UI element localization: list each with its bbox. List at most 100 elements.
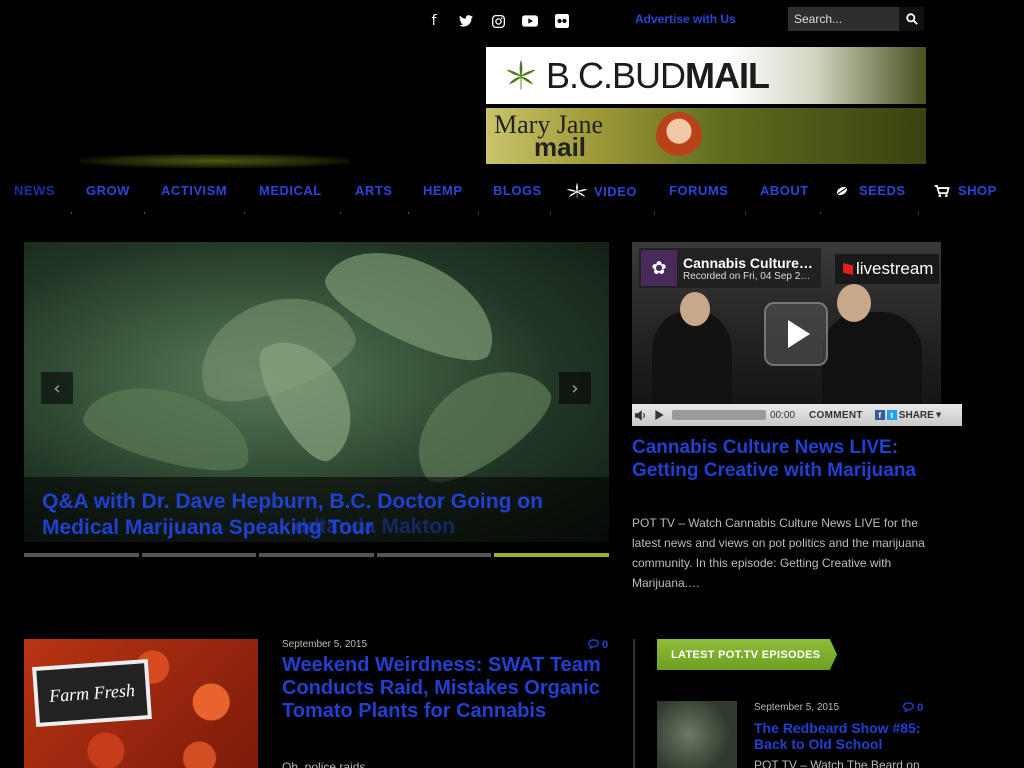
nav-separator [918,212,919,214]
video-person [822,312,922,404]
episode-comment-count[interactable]: 0 [902,702,924,714]
search-icon [905,13,918,25]
nav-shop[interactable]: SHOP [934,183,997,198]
nav-separator [244,212,245,214]
share-button[interactable]: f t SHARE ▼ [874,409,942,421]
slider-dot-active[interactable] [494,553,609,557]
volume-icon[interactable] [632,406,650,424]
bcbud-banner-text: B.C.BUDMAIL [546,54,770,97]
cannabis-leaf-icon [567,183,587,198]
main-nav: NEWS GROW ACTIVISM MEDICAL ARTS HEMP BLO… [0,183,1024,213]
maryjane-banner-text: Mary Jane mail [494,112,603,162]
play-small-icon[interactable] [650,406,668,424]
search-form [788,7,926,31]
nav-arts[interactable]: ARTS [355,183,392,198]
maryjane-line2: mail [534,132,587,162]
maryjane-mail-banner[interactable]: Mary Jane mail [486,108,926,164]
video-time: 00:00 [770,409,796,421]
comment-count: 0 [602,639,609,651]
nav-label: MEDICAL [259,183,322,198]
nav-separator [654,212,655,214]
nav-blogs[interactable]: BLOGS [493,183,542,198]
video-controls: 00:00 COMMENT f t SHARE ▼ [632,404,962,426]
chevron-down-icon: ▼ [935,411,942,419]
nav-separator [478,212,479,214]
maryjane-character-avatar [656,112,702,160]
search-input[interactable] [788,7,898,31]
nav-label: NEWS [14,183,55,198]
social-links: f [424,12,572,30]
episode-thumbnail[interactable] [657,701,737,768]
nav-label: ABOUT [760,183,809,198]
twitter-icon[interactable] [456,12,476,30]
instagram-icon[interactable] [488,12,508,30]
nav-news[interactable]: NEWS [14,183,55,198]
nav-label: BLOGS [493,183,542,198]
video-person-head [680,292,710,326]
nav-separator [144,212,145,214]
slider-dot[interactable] [24,553,139,557]
video-channel-bar: ✿ Cannabis Culture… Recorded on Fri, 04 … [639,248,821,288]
nav-forums[interactable]: FORUMS [669,183,728,198]
slide-title-link[interactable]: Q&A with Dr. Dave Hepburn, B.C. Doctor G… [42,489,602,541]
play-icon [788,320,810,348]
nav-grow[interactable]: GROW [86,183,130,198]
flickr-icon[interactable] [552,12,572,30]
cannabis-leaf-icon [507,60,535,90]
nav-label: GROW [86,183,130,198]
slider-dot[interactable] [376,553,492,557]
slider-dot[interactable] [259,553,374,557]
article-thumbnail[interactable]: Farm Fresh [24,639,258,768]
livestream-mark-icon [843,263,853,275]
bcbud-mail-banner[interactable]: B.C.BUDMAIL [486,47,926,104]
feature-excerpt: POT TV – Watch Cannabis Culture News LIV… [632,516,925,590]
slider-dot[interactable] [141,553,257,557]
share-label: SHARE [898,409,934,421]
search-button[interactable] [898,7,924,31]
slide-image-leaf [394,346,564,498]
article-comment-count[interactable]: 0 [587,639,609,651]
video-player[interactable]: ✿ Cannabis Culture… Recorded on Fri, 04 … [632,242,941,404]
nav-medical[interactable]: MEDICAL [259,183,322,198]
nav-separator [745,212,746,214]
livestream-logo[interactable]: livestream [835,254,939,284]
bcbud-prefix: B.C.BUD [546,54,686,96]
featured-slider[interactable]: ‹ › ddtanda Makton Q&A with Dr. Dave Hep… [24,242,609,542]
comment-icon [587,639,600,650]
nav-seeds[interactable]: SEEDS [835,183,906,198]
site-logo-glow [80,154,350,168]
nav-label: HEMP [423,183,463,198]
episode-title-link[interactable]: The Redbeard Show #85: Back to Old Schoo… [754,720,944,752]
play-button[interactable] [764,302,828,366]
nav-activism[interactable]: ACTIVISM [161,183,227,198]
nav-hemp[interactable]: HEMP [423,183,463,198]
facebook-share-icon: f [874,410,885,420]
video-channel-title[interactable]: Cannabis Culture… [683,255,813,271]
video-progress-track[interactable] [672,410,766,420]
bcbud-suffix: MAIL [685,54,770,96]
nav-separator [340,212,341,214]
video-recorded-date: Recorded on Fri, 04 Sep 2… [683,270,811,282]
slider-pagination [24,553,609,557]
seed-icon [836,186,848,195]
nav-separator [820,212,821,214]
slider-next-button[interactable]: › [559,372,591,404]
feature-title-link[interactable]: Cannabis Culture News LIVE: Getting Crea… [632,436,932,482]
youtube-icon[interactable] [520,12,540,30]
video-channel-info: Cannabis Culture… Recorded on Fri, 04 Se… [677,255,813,282]
nav-video[interactable]: VIDEO [566,183,637,199]
facebook-icon[interactable]: f [424,12,444,30]
latest-pot-tv-heading: LATEST POT.TV EPISODES [657,639,837,670]
pot-tv-logo-icon: ✿ [641,250,677,286]
slider-prev-button[interactable]: ‹ [41,372,73,404]
episode-excerpt: POT TV – Watch The Beard on [754,758,920,768]
comment-button[interactable]: COMMENT [809,410,863,421]
article-title-link[interactable]: Weekend Weirdness: SWAT Team Conducts Ra… [282,654,612,723]
farm-fresh-sign: Farm Fresh [32,659,152,727]
nav-about[interactable]: ABOUT [760,183,809,198]
nav-label: SEEDS [859,183,906,198]
comment-count: 0 [917,702,924,714]
advertise-link[interactable]: Advertise with Us [635,12,736,26]
cart-icon [934,184,950,197]
article-excerpt: Oh, police raids... [282,760,376,768]
